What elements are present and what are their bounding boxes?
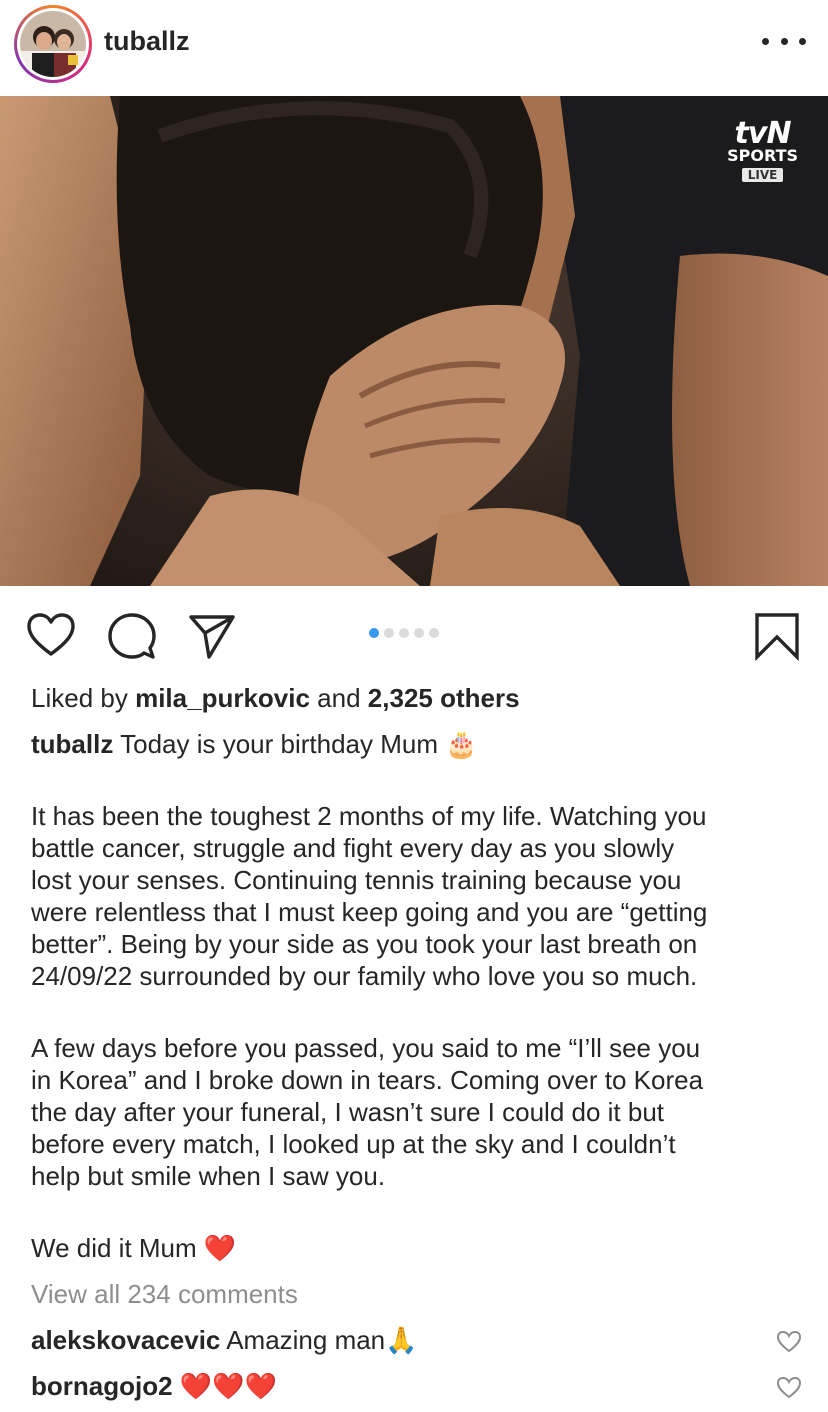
comment-row: bornagojo2 ❤️❤️❤️ (31, 1370, 277, 1402)
comment-row: alekskovacevic Amazing man🙏 (31, 1324, 418, 1356)
more-options-button[interactable] (762, 26, 806, 56)
caption-line: battle cancer, struggle and fight every … (31, 833, 675, 863)
comment-username[interactable]: alekskovacevic (31, 1325, 220, 1355)
caption-line: were relentless that I must keep going a… (31, 897, 708, 927)
likes-line: Liked by mila_purkovic and 2,325 others (31, 682, 520, 714)
carousel-dot (414, 628, 424, 638)
likes-prefix: Liked by (31, 683, 128, 713)
comment-username[interactable]: bornagojo2 (31, 1371, 173, 1401)
comment-like-heart-icon[interactable] (776, 1330, 802, 1354)
view-all-comments-link[interactable]: View all 234 comments (31, 1278, 298, 1310)
carousel-dot (384, 628, 394, 638)
profile-avatar[interactable] (14, 5, 92, 83)
likes-others-link[interactable]: 2,325 others (368, 683, 520, 713)
tvn-sports-live-overlay: tvN SPORTS LIVE (727, 116, 798, 183)
red-hearts-emoji: ❤️❤️❤️ (179, 1371, 277, 1401)
carousel-dot (399, 628, 409, 638)
caption-line: the day after your funeral, I wasn’t sur… (31, 1097, 665, 1127)
caption-line: better”. Being by your side as you took … (31, 929, 698, 959)
more-dot-icon (799, 37, 806, 45)
caption-line: before every match, I looked up at the s… (31, 1129, 676, 1159)
caption-paragraph-1: It has been the toughest 2 months of my … (31, 800, 707, 992)
caption-username[interactable]: tuballz (31, 729, 113, 759)
tvn-logo: tvN (734, 116, 792, 151)
share-icon[interactable] (187, 611, 237, 661)
more-dot-icon (780, 37, 788, 45)
birthday-cake-emoji: 🎂 (445, 729, 478, 759)
caption-closing-text: We did it Mum (31, 1233, 197, 1263)
carousel-dot (429, 628, 439, 638)
tvn-sports-label: SPORTS (727, 146, 798, 165)
post-photo[interactable]: tvN SPORTS LIVE (0, 96, 828, 586)
caption-line: lost your senses. Continuing tennis trai… (31, 865, 682, 895)
likes-conjunction: and (317, 683, 361, 713)
caption-line: help but smile when I saw you. (31, 1161, 386, 1191)
comment-icon[interactable] (107, 611, 157, 661)
likes-user-link[interactable]: mila_purkovic (135, 683, 310, 713)
carousel-dot-active (369, 628, 379, 638)
more-dot-icon (762, 37, 769, 45)
caption-text: Today is your birthday Mum (120, 729, 439, 759)
comment-like-heart-icon[interactable] (776, 1376, 802, 1400)
tvn-live-badge: LIVE (741, 168, 784, 182)
heart-icon[interactable] (26, 611, 76, 661)
post-header: tuballz (0, 0, 828, 96)
caption-line: in Korea” and I broke down in tears. Com… (31, 1065, 704, 1095)
caption-line: 24/09/22 surrounded by our family who lo… (31, 961, 698, 991)
caption-paragraph-2: A few days before you passed, you said t… (31, 1032, 703, 1192)
post-username[interactable]: tuballz (104, 26, 190, 57)
post-image (0, 96, 828, 586)
carousel-indicator (369, 628, 439, 638)
caption-line: It has been the toughest 2 months of my … (31, 801, 707, 831)
comment-text: Amazing man (226, 1325, 386, 1355)
caption-first-line: tuballz Today is your birthday Mum 🎂 (31, 728, 478, 760)
caption-line: A few days before you passed, you said t… (31, 1033, 701, 1063)
red-heart-emoji: ❤️ (203, 1233, 237, 1263)
praying-hands-emoji: 🙏 (385, 1325, 418, 1355)
avatar-image (20, 11, 86, 77)
bookmark-icon[interactable] (752, 611, 802, 661)
caption-closing: We did it Mum ❤️ (31, 1232, 236, 1264)
